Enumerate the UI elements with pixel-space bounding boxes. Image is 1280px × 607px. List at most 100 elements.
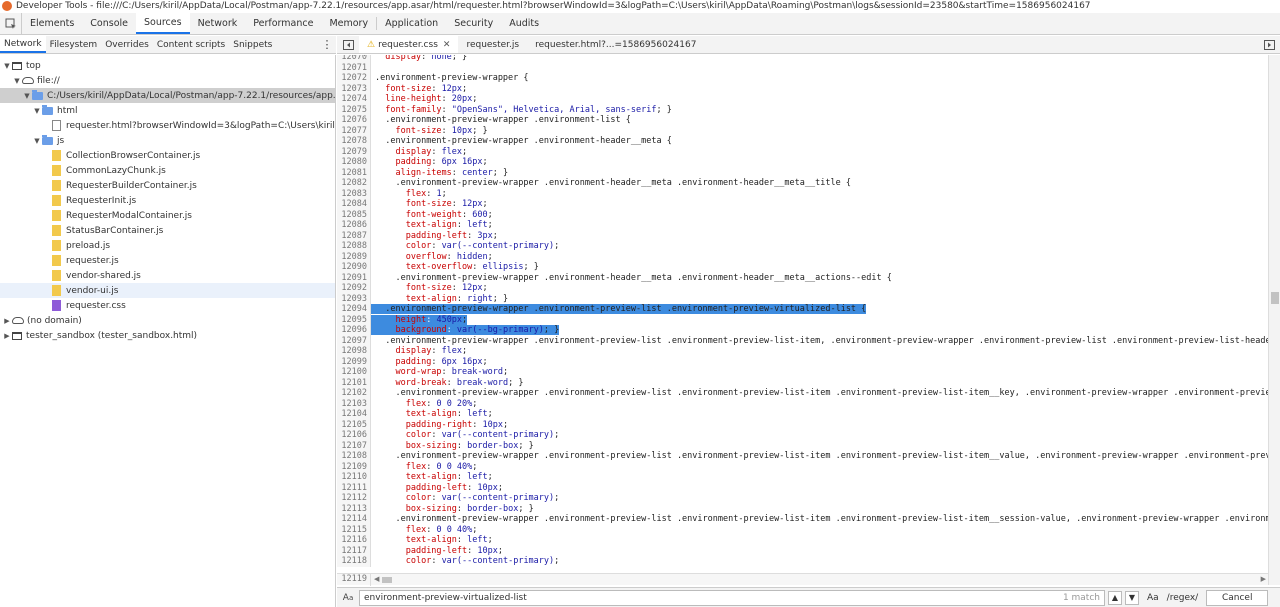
tree-item[interactable]: ▼ js <box>0 133 335 148</box>
js-file-icon <box>52 180 61 191</box>
code-line: 12089 overflow: hidden; <box>337 251 1268 262</box>
navigator-tab-overrides[interactable]: Overrides <box>101 36 153 53</box>
cancel-button[interactable]: Cancel <box>1206 589 1269 606</box>
css-value: 0 0 40% <box>436 461 473 472</box>
css-property: font-family <box>385 104 442 115</box>
code-line: 12099 padding: 6px 16px; <box>337 356 1268 367</box>
tab-console[interactable]: Console <box>82 13 136 34</box>
tab-audits[interactable]: Audits <box>501 13 547 34</box>
selector-text: .environment-preview-wrapper { <box>375 73 529 83</box>
code-editor[interactable]: 12070 display: none; } 12071 12072 .environ… <box>337 55 1268 573</box>
tree-item[interactable]: vendor-ui.js <box>0 283 335 298</box>
css-value: var(--content-primary) <box>441 493 555 503</box>
tree-item-label: html <box>57 105 78 116</box>
inspect-element-icon[interactable] <box>0 13 22 34</box>
tree-item-label: (no domain) <box>27 315 82 326</box>
tab-security[interactable]: Security <box>446 13 501 34</box>
previous-match-button[interactable]: ▲ <box>1108 590 1122 605</box>
collapsed-triangle-icon[interactable]: ▶ <box>2 332 12 340</box>
tree-item[interactable]: StatusBarContainer.js <box>0 223 335 238</box>
expanded-triangle-icon[interactable]: ▼ <box>22 92 32 100</box>
tree-item[interactable]: requester.html?browserWindowId=3&logPath… <box>0 118 335 133</box>
navigator-tab-snippets[interactable]: Snippets <box>229 36 276 53</box>
css-value: right <box>467 293 493 304</box>
horizontal-scrollbar[interactable]: 12119 ◀ ▶ <box>337 573 1268 586</box>
tab-memory[interactable]: Memory <box>321 13 376 34</box>
tree-item[interactable]: requester.css <box>0 298 335 313</box>
css-terminator: ; <box>482 356 488 367</box>
devtools-app-icon <box>2 1 12 11</box>
navigator-tab-content-scripts[interactable]: Content scripts <box>153 36 229 53</box>
tree-item[interactable]: ▶ (no domain) <box>0 313 335 328</box>
editor-tab-requester-js[interactable]: requester.js <box>458 36 527 53</box>
css-property: font-size <box>405 283 452 293</box>
code-text: align-items: center; } <box>395 167 509 178</box>
folder-icon <box>32 89 43 100</box>
regex-toggle[interactable]: /regex/ <box>1167 593 1199 603</box>
tree-item[interactable]: ▶ tester_sandbox (tester_sandbox.html) <box>0 328 335 343</box>
tree-item[interactable]: ▼ html <box>0 103 335 118</box>
search-input[interactable]: environment-preview-virtualized-list 1 m… <box>359 589 1105 606</box>
css-property: line-height <box>385 94 442 104</box>
tree-item[interactable]: RequesterBuilderContainer.js <box>0 178 335 193</box>
selector-text: .environment-preview-wrapper .environmen… <box>385 136 672 146</box>
css-terminator: ; <box>502 367 509 377</box>
line-number: 12077 <box>337 125 371 136</box>
code-text: text-align: right; } <box>405 293 509 304</box>
tree-item[interactable]: vendor-shared.js <box>0 268 335 283</box>
match-case-toggle[interactable]: Aa <box>1147 593 1159 603</box>
vertical-scrollbar[interactable] <box>1268 55 1280 585</box>
close-tab-icon[interactable]: ✕ <box>443 40 451 50</box>
editor-tab-requester-css[interactable]: ⚠ requester.css ✕ <box>359 36 459 53</box>
toggle-debugger-icon[interactable] <box>1258 36 1280 53</box>
navigator-tab-network[interactable]: Network <box>0 36 46 53</box>
css-value: 6px 16px <box>441 157 483 167</box>
tree-item[interactable]: CollectionBrowserContainer.js <box>0 148 335 163</box>
tab-performance[interactable]: Performance <box>245 13 321 34</box>
css-terminator: ; } <box>492 293 509 304</box>
tree-item[interactable]: ▼ top <box>0 58 335 73</box>
horizontal-scroll-thumb[interactable] <box>382 577 392 583</box>
scroll-left-icon[interactable]: ◀ <box>374 575 379 583</box>
tab-sources[interactable]: Sources <box>136 13 190 34</box>
editor-tab-requester-html-1586956024167[interactable]: requester.html?...=1586956024167 <box>527 36 704 53</box>
tree-item-label: requester.css <box>66 300 126 311</box>
code-line: 12112 color: var(--content-primary); <box>337 493 1268 504</box>
code-text: box-sizing: border-box; } <box>405 440 534 451</box>
css-property: color <box>405 493 432 503</box>
tree-item[interactable]: CommonLazyChunk.js <box>0 163 335 178</box>
tree-item[interactable]: requester.js <box>0 253 335 268</box>
scroll-right-icon[interactable]: ▶ <box>1261 575 1266 583</box>
css-property: padding-right <box>405 419 473 430</box>
tab-elements[interactable]: Elements <box>22 13 82 34</box>
tab-application[interactable]: Application <box>377 13 446 34</box>
tree-item[interactable]: RequesterModalContainer.js <box>0 208 335 223</box>
line-number: 12081 <box>337 167 371 178</box>
next-match-button[interactable]: ▼ <box>1125 590 1139 605</box>
css-terminator: ; <box>487 209 493 220</box>
tree-item[interactable]: ▼ file:// <box>0 73 335 88</box>
css-value: 0 0 40% <box>436 524 473 535</box>
expanded-triangle-icon[interactable]: ▼ <box>32 107 42 115</box>
css-property: text-align <box>405 472 457 482</box>
vertical-scroll-thumb[interactable] <box>1271 292 1279 304</box>
collapsed-triangle-icon[interactable]: ▶ <box>2 317 12 325</box>
navigator-tab-filesystem[interactable]: Filesystem <box>46 36 102 53</box>
tab-network[interactable]: Network <box>190 13 246 34</box>
expanded-triangle-icon[interactable]: ▼ <box>12 77 22 85</box>
code-text: box-sizing: border-box; } <box>405 503 534 514</box>
replace-toggle-icon[interactable]: Aa <box>337 593 359 603</box>
toggle-navigator-icon[interactable] <box>337 36 359 53</box>
code-line: 12115 flex: 0 0 40%; <box>337 524 1268 535</box>
code-line: 12080 padding: 6px 16px; <box>337 157 1268 168</box>
css-value: flex <box>441 346 463 356</box>
more-options-icon[interactable]: ⋮ <box>318 36 336 53</box>
expanded-triangle-icon[interactable]: ▼ <box>32 137 42 145</box>
expanded-triangle-icon[interactable]: ▼ <box>2 62 12 70</box>
tree-item[interactable]: preload.js <box>0 238 335 253</box>
css-property: text-align <box>405 409 457 419</box>
code-line: 12076 .environment-preview-wrapper .envi… <box>337 115 1268 126</box>
tree-item[interactable]: ▼ C:/Users/kiril/AppData/Local/Postman/ap… <box>0 88 335 103</box>
tree-item[interactable]: RequesterInit.js <box>0 193 335 208</box>
html-file-icon <box>52 120 61 131</box>
